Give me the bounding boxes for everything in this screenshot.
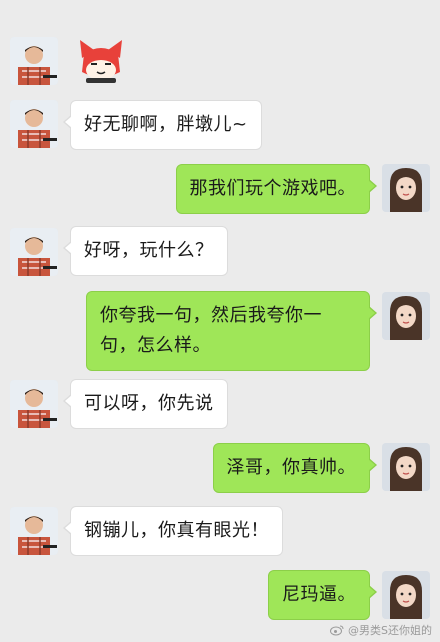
message-bubble-incoming[interactable]: 钢镚儿，你真有眼光！ (63, 506, 283, 556)
female-avatar-icon (382, 164, 430, 212)
male-avatar-icon (10, 37, 58, 85)
weibo-icon (330, 625, 344, 636)
message-bubble-outgoing[interactable]: 泽哥，你真帅。 (212, 443, 377, 493)
female-avatar[interactable] (382, 292, 430, 340)
female-avatar-icon (382, 571, 430, 619)
message-bubble-outgoing[interactable]: 你夸我一句，然后我夸你一句，怎么样。 (86, 291, 377, 371)
watermark-text: @男类S还你姐的 (348, 624, 432, 637)
male-avatar-icon (10, 380, 58, 428)
male-avatar[interactable] (10, 380, 58, 428)
message-bubble-incoming[interactable]: 可以呀，你先说 (63, 379, 228, 429)
male-avatar-icon (10, 507, 58, 555)
female-avatar[interactable] (382, 164, 430, 212)
male-avatar[interactable] (10, 100, 58, 148)
male-avatar-icon (10, 100, 58, 148)
male-avatar-icon (10, 228, 58, 276)
male-avatar[interactable] (10, 228, 58, 276)
message-bubble-outgoing[interactable]: 那我们玩个游戏吧。 (175, 164, 377, 214)
female-avatar-icon (382, 292, 430, 340)
red-fox-face-sticker (80, 40, 122, 83)
female-avatar[interactable] (382, 571, 430, 619)
female-avatar-icon (382, 443, 430, 491)
male-avatar[interactable] (10, 507, 58, 555)
female-avatar[interactable] (382, 443, 430, 491)
message-bubble-outgoing[interactable]: 尼玛逼。 (268, 570, 377, 620)
watermark: @男类S还你姐的 (330, 622, 432, 638)
male-avatar[interactable] (10, 37, 58, 85)
message-bubble-incoming[interactable]: 好呀，玩什么？ (63, 226, 228, 276)
message-bubble-incoming[interactable]: 好无聊啊，胖墩儿~ (63, 100, 262, 150)
